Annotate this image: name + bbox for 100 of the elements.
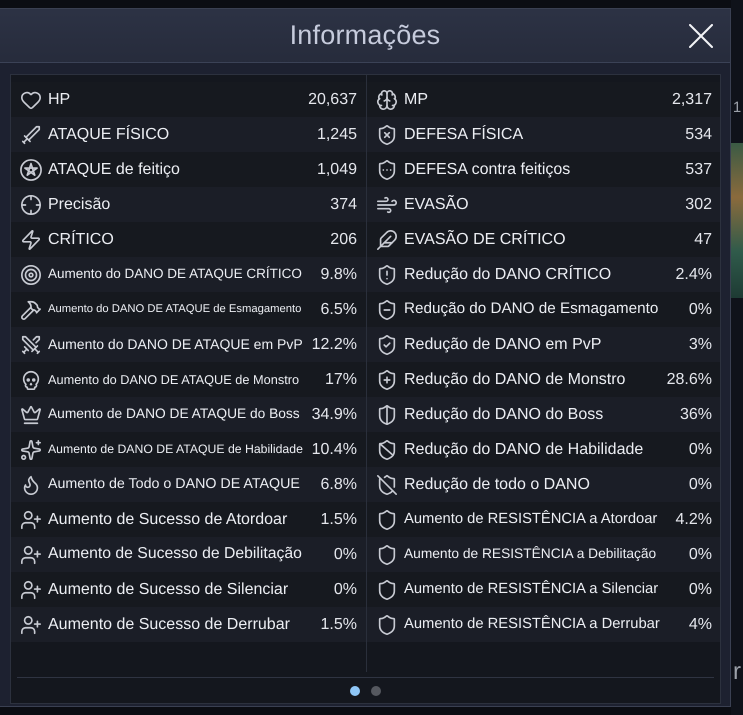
shield-icon (376, 578, 398, 600)
stat-label: Aumento do DANO DE ATAQUE em PvP (48, 336, 303, 353)
stat-label: Aumento de DANO DE ATAQUE do Boss (48, 406, 300, 423)
stat-value: 0% (334, 544, 357, 564)
stat-label: Redução de todo o DANO (404, 474, 590, 494)
stat-value: 1,049 (316, 160, 357, 180)
stat-label: Redução do DANO do Boss (404, 404, 604, 424)
backdrop-text: r (733, 658, 741, 685)
stat-value: 537 (685, 160, 712, 180)
stat-value: 4.2% (676, 510, 712, 530)
shield-icon (376, 614, 398, 636)
stat-label: DEFESA FÍSICA (404, 124, 524, 144)
stat-value: 0% (334, 580, 357, 600)
user-plus-icon (20, 544, 42, 566)
feather-icon (376, 228, 398, 250)
star-circle-icon (20, 158, 42, 180)
stat-value: 0% (688, 300, 712, 320)
page-dot[interactable] (350, 686, 360, 696)
shield-plus-icon (376, 368, 398, 390)
stat-value: 2.4% (676, 264, 712, 284)
stat-value: 20,637 (308, 90, 357, 110)
stat-value: 0% (688, 544, 712, 564)
close-icon (689, 24, 713, 48)
stat-label: CRÍTICO (48, 230, 114, 250)
stat-label: EVASÃO DE CRÍTICO (404, 230, 566, 250)
stat-value: 10.4% (312, 440, 357, 460)
stat-value: 28.6% (666, 370, 712, 390)
stat-value: 374 (330, 194, 357, 214)
stat-label: Aumento de RESISTÊNCIA a Derrubar (404, 616, 660, 634)
stat-value: 34.9% (312, 404, 357, 424)
stat-value: 1,245 (316, 124, 357, 144)
stat-value: 0% (688, 580, 712, 600)
backdrop-text: 1 (732, 100, 742, 116)
stat-value: 3% (688, 334, 712, 354)
stat-value: 1.5% (320, 614, 357, 634)
crossed-swords-icon (20, 334, 42, 356)
shield-dots-icon (376, 158, 398, 180)
stat-label: ATAQUE de feitiço (48, 160, 180, 180)
stat-value: 9.8% (320, 264, 357, 284)
stat-label: Aumento de DANO DE ATAQUE de Habilidade (48, 442, 303, 457)
shield-check-icon (376, 334, 398, 356)
stat-label: Redução do DANO de Monstro (404, 370, 626, 390)
dialog-title: Informações (290, 20, 440, 51)
stat-label: Aumento de RESISTÊNCIA a Debilitação (404, 546, 656, 563)
stat-label: Redução do DANO de Esmagamento (404, 300, 658, 319)
stat-value: 17% (324, 370, 357, 390)
stat-label: Aumento de Sucesso de Derrubar (48, 614, 290, 634)
close-button[interactable] (687, 22, 715, 50)
sparkles-icon (20, 438, 42, 460)
stat-label: Aumento de RESISTÊNCIA a Atordoar (404, 510, 658, 528)
stat-label: Aumento do DANO DE ATAQUE de Esmagamento (48, 302, 302, 316)
page-dot[interactable] (371, 686, 381, 696)
target-icon (20, 264, 42, 286)
stat-value: 1.5% (320, 510, 357, 530)
stat-label: Precisão (48, 194, 110, 214)
stat-label: Aumento de Sucesso de Silenciar (48, 580, 288, 600)
user-plus-icon (20, 614, 42, 636)
crosshair-icon (20, 194, 42, 216)
stat-label: Aumento de RESISTÊNCIA a Silenciar (404, 580, 658, 598)
user-plus-icon (20, 578, 42, 600)
shield-exclamation-icon (376, 264, 398, 286)
stat-label: Aumento de Sucesso de Atordoar (48, 510, 288, 530)
stat-value: 6.8% (320, 474, 357, 494)
stat-value: 47 (694, 230, 712, 250)
stat-value: 0% (688, 440, 712, 460)
stat-value: 0% (688, 474, 712, 494)
stat-label: HP (48, 90, 70, 110)
shield-ban-icon (376, 438, 398, 460)
stat-label: Redução do DANO CRÍTICO (404, 264, 612, 284)
shield-half-icon (376, 404, 398, 426)
skull-icon (20, 368, 42, 390)
stat-label: Aumento de Sucesso de Debilitação (48, 545, 302, 564)
shield-slash-icon (376, 474, 398, 496)
stat-value: 6.5% (320, 300, 357, 320)
shield-minus-icon (376, 298, 398, 320)
shield-x-icon (376, 124, 398, 146)
user-plus-icon (20, 508, 42, 530)
shield-icon (376, 544, 398, 566)
stat-value: 534 (685, 124, 712, 144)
brain-icon (376, 88, 398, 110)
stat-label: DEFESA contra feitiços (404, 160, 570, 180)
stat-label: Aumento de Todo o DANO DE ATAQUE (48, 476, 300, 494)
stat-value: 12.2% (312, 334, 357, 354)
stat-value: 302 (685, 194, 712, 214)
stat-label: Redução do DANO de Habilidade (404, 440, 644, 460)
stat-label: ATAQUE FÍSICO (48, 124, 170, 144)
stat-label: MP (404, 90, 428, 110)
stat-label: Aumento do DANO DE ATAQUE de Monstro (48, 372, 300, 388)
stat-value: 206 (330, 230, 357, 250)
shield-icon (376, 508, 398, 530)
stat-label: EVASÃO (404, 194, 469, 214)
crown-icon (20, 404, 42, 426)
stat-label: Aumento do DANO DE ATAQUE CRÍTICO (48, 266, 302, 283)
stat-label: Redução de DANO em PvP (404, 334, 602, 354)
stat-value: 36% (680, 404, 712, 424)
stat-value: 4% (688, 614, 712, 634)
hammer-icon (20, 298, 42, 320)
sword-icon (20, 124, 42, 146)
stat-value: 2,317 (672, 90, 712, 110)
lightning-icon (20, 228, 42, 250)
